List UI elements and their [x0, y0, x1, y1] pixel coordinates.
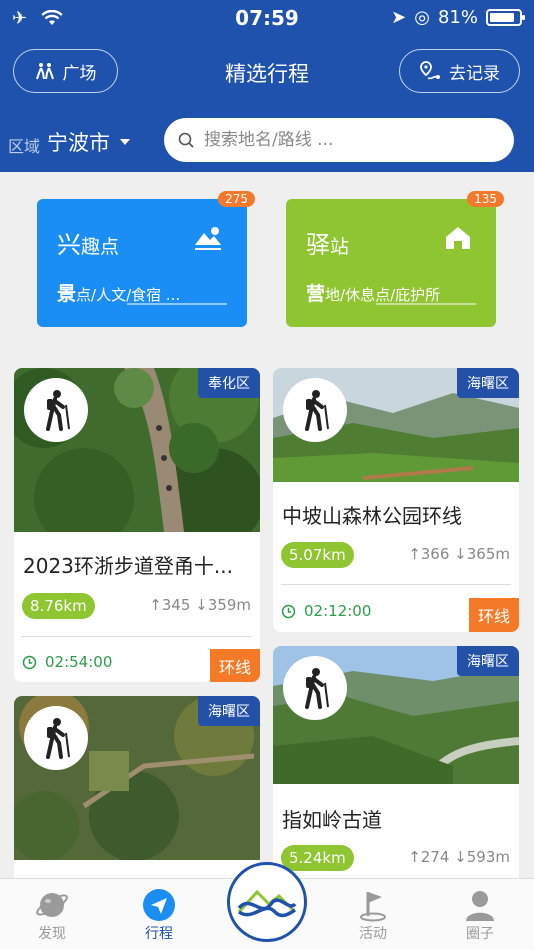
mountain-logo-icon [237, 889, 297, 918]
tab-activity-label: 活动 [359, 926, 387, 942]
status-right: ➤ ◎ 81% [391, 7, 525, 28]
route-title: 2023环浙步道登甬十... [23, 554, 233, 578]
interest-subtitle: 景点/人文/食宿 ... [57, 279, 180, 306]
route-card[interactable]: 海曙区 中坡山森林公园环线 5.07km ↑366 ↓365m 02:12:00… [273, 368, 519, 632]
route-card[interactable]: 海曙区 指如岭古道 5.24km ↑274 ↓593m [273, 646, 519, 878]
search-icon [178, 132, 194, 148]
station-divider [376, 303, 476, 305]
flag-icon [360, 892, 386, 922]
district-badge: 海曙区 [198, 696, 260, 726]
city-selector[interactable]: 宁波市 [47, 127, 130, 157]
route-elevation: ↑366 ↓365m [408, 545, 510, 563]
center-logo-button[interactable] [227, 862, 307, 942]
hiker-icon [46, 718, 70, 759]
clock-icon [281, 604, 296, 618]
planet-icon [36, 893, 68, 917]
battery-percent: 81% [437, 7, 478, 28]
hiker-avatar [24, 706, 88, 770]
route-duration-value: 02:54:00 [45, 653, 113, 671]
route-distance: 5.07km [281, 542, 354, 568]
person-icon [466, 891, 494, 921]
interest-title: 兴趣点 [57, 225, 119, 260]
tab-trips[interactable]: 行程 [129, 887, 189, 943]
status-bar: ✈ 07:59 ➤ ◎ 81% [0, 0, 534, 36]
route-card[interactable]: 奉化区 2023环浙步道登甬十... 8.76km ↑345 ↓359m 02:… [14, 368, 260, 682]
route-elevation: ↑274 ↓593m [408, 848, 510, 866]
interest-count-badge: 275 [218, 191, 255, 207]
region-label: 区域 [8, 137, 41, 156]
mountain-sun-icon [195, 227, 221, 250]
interest-sub-big: 景 [57, 283, 77, 305]
route-duration-value: 02:12:00 [304, 602, 372, 620]
station-title-big: 驿 [306, 231, 330, 259]
card-divider [281, 584, 511, 585]
route-title: 指如岭古道 [282, 808, 382, 832]
search-input[interactable] [204, 130, 494, 150]
tab-circle[interactable]: 圈子 [450, 887, 510, 943]
route-descent: 365m [466, 545, 510, 563]
hiker-icon [305, 668, 329, 709]
route-card[interactable]: 海曙区 [14, 696, 260, 878]
interest-divider [127, 303, 227, 305]
hiker-icon [46, 390, 70, 431]
navigation-arrow-icon [143, 889, 175, 921]
route-ascent: 345 [161, 596, 191, 614]
station-title-rest: 站 [330, 236, 350, 258]
tab-trips-label: 行程 [145, 926, 173, 942]
station-subtitle: 营地/休息点/庇护所 [306, 279, 440, 306]
station-sub-big: 营 [306, 283, 326, 305]
hiker-avatar [283, 378, 347, 442]
caret-down-icon [120, 139, 130, 145]
district-badge: 奉化区 [198, 368, 260, 398]
interest-points-tile[interactable]: 275 兴趣点 景点/人文/食宿 ... [37, 191, 255, 327]
tab-activity[interactable]: 活动 [343, 887, 403, 943]
route-distance: 5.24km [281, 845, 354, 871]
battery-icon [486, 9, 525, 26]
rotation-lock-icon: ◎ [414, 7, 430, 28]
route-duration: 02:54:00 [22, 653, 112, 671]
station-count-badge: 135 [467, 191, 504, 207]
record-label: 去记录 [449, 63, 500, 84]
route-elevation: ↑345 ↓359m [149, 596, 251, 614]
record-button[interactable]: 去记录 [399, 49, 520, 93]
route-type-badge: 环线 [468, 598, 519, 632]
map-pin-route-icon [420, 61, 440, 80]
route-duration: 02:12:00 [281, 602, 371, 620]
route-descent: 359m [207, 596, 251, 614]
station-sub-rest: 地/休息点/庇护所 [325, 286, 441, 304]
tab-circle-label: 圈子 [466, 926, 494, 942]
route-descent: 593m [466, 848, 510, 866]
tab-discover[interactable]: 发现 [22, 887, 82, 943]
clock-icon [22, 655, 37, 669]
station-title: 驿站 [306, 225, 349, 260]
header: ✈ 07:59 ➤ ◎ 81% 广场 精选行程 去记录 区域 宁波市 搜索地名/… [0, 0, 534, 172]
hiker-avatar [283, 656, 347, 720]
city-name: 宁波市 [47, 131, 110, 155]
hiker-avatar [24, 378, 88, 442]
tab-discover-label: 发现 [38, 926, 66, 942]
interest-title-big: 兴 [57, 231, 81, 259]
hiker-icon [305, 390, 329, 431]
interest-title-rest: 趣点 [81, 236, 120, 258]
route-title: 中坡山森林公园环线 [282, 504, 462, 528]
card-divider [22, 636, 252, 637]
interest-sub-rest: 点/人文/食宿 ... [76, 286, 181, 304]
location-arrow-icon: ➤ [391, 7, 407, 28]
route-ascent: 274 [420, 848, 450, 866]
house-icon [446, 227, 470, 249]
route-type-badge: 环线 [209, 649, 260, 682]
district-badge: 海曙区 [457, 646, 519, 676]
search-bar[interactable] [164, 118, 514, 162]
route-ascent: 366 [420, 545, 450, 563]
route-distance: 8.76km [22, 593, 95, 619]
station-tile[interactable]: 135 驿站 营地/休息点/庇护所 [286, 191, 504, 327]
district-badge: 海曙区 [457, 368, 519, 398]
